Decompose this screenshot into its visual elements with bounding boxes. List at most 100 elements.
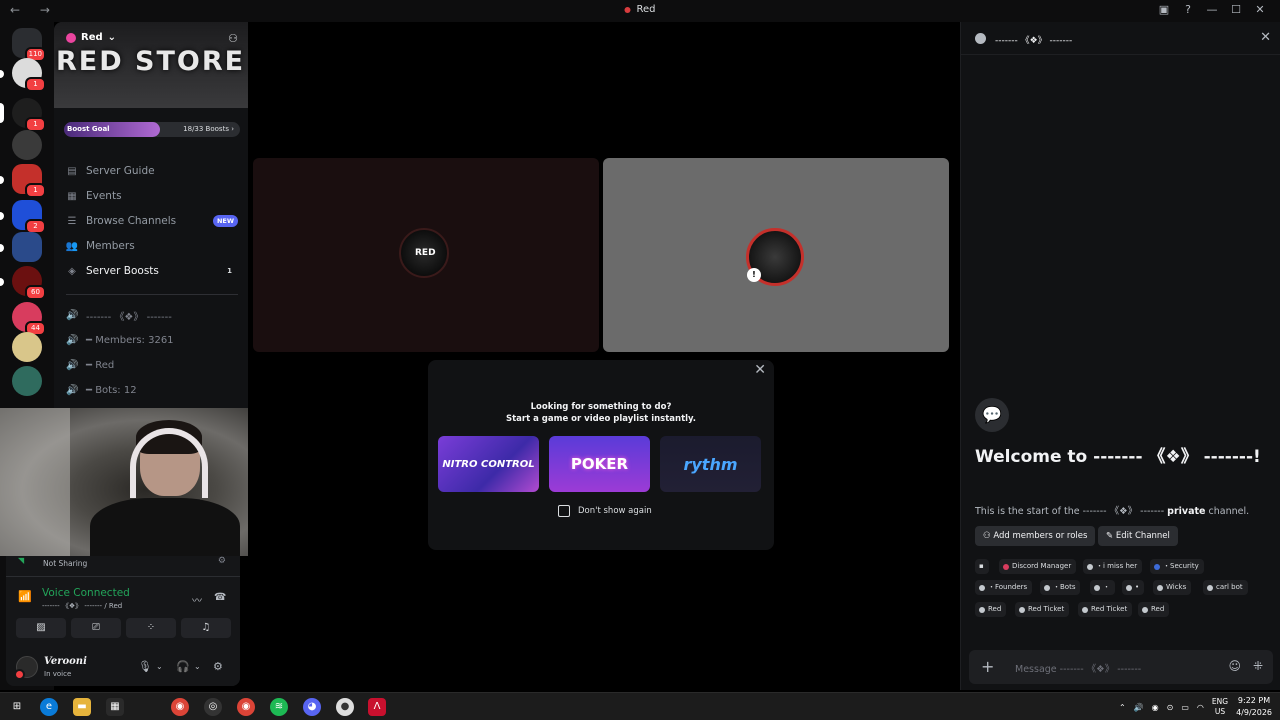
direct-messages-button[interactable]: 110 bbox=[12, 28, 46, 62]
server-icon[interactable]: 1 bbox=[0, 164, 46, 198]
nav-server-boosts[interactable]: ◈ Server Boosts 1 bbox=[66, 260, 238, 282]
role-chip[interactable]: ・i miss her bbox=[1083, 559, 1143, 574]
app-icon[interactable]: Λ bbox=[368, 698, 386, 716]
speaker-lock-icon: 🔊 bbox=[66, 359, 79, 371]
nav-events[interactable]: ▦ Events bbox=[66, 185, 238, 207]
history-nav[interactable]: ← → bbox=[10, 3, 58, 17]
dont-show-again-label[interactable]: Don't show again bbox=[578, 506, 652, 516]
role-chip[interactable]: Red Ticket bbox=[1015, 602, 1070, 617]
voice-channel-path[interactable]: ------- 《❖》 ------- / Red bbox=[42, 601, 122, 611]
voice-channel[interactable]: 🔊 ━ Members: 3261 bbox=[66, 329, 238, 351]
server-icon[interactable]: 1 bbox=[0, 98, 46, 132]
network-icon[interactable]: ◉ bbox=[1152, 703, 1159, 712]
role-chip[interactable]: ・Founders bbox=[975, 580, 1033, 595]
add-attachment-icon[interactable]: + bbox=[981, 657, 994, 676]
microphone-icon[interactable]: 🎙 bbox=[138, 660, 152, 673]
headphones-icon[interactable]: 🎧 bbox=[176, 660, 190, 673]
mic-options-chevron-icon[interactable]: ⌄ bbox=[156, 662, 163, 671]
wifi-icon[interactable]: ◠ bbox=[1197, 703, 1204, 712]
server-name-menu[interactable]: Red ⌄ bbox=[66, 32, 116, 43]
vpn-icon[interactable]: ⊙ bbox=[1167, 703, 1174, 712]
close-icon[interactable]: ✕ bbox=[1260, 30, 1271, 45]
popup-heading: Looking for something to do? bbox=[530, 402, 672, 412]
avatar[interactable] bbox=[14, 656, 38, 680]
role-chip[interactable]: Discord Manager bbox=[999, 559, 1077, 574]
edge-browser-icon[interactable]: e bbox=[40, 698, 58, 716]
role-chip[interactable]: Red bbox=[1138, 602, 1170, 617]
voice-channel[interactable]: 🔊 ━ Red bbox=[66, 354, 238, 376]
activity-card[interactable]: rythm bbox=[660, 436, 761, 492]
file-explorer-icon[interactable]: ▬ bbox=[73, 698, 91, 716]
chrome-icon[interactable]: ◉ bbox=[171, 698, 189, 716]
participant-tile[interactable]: ! bbox=[603, 158, 949, 352]
boost-goal-bar[interactable]: Boost Goal 18/33 Boosts › bbox=[64, 122, 240, 137]
username[interactable]: Verooni bbox=[44, 656, 87, 667]
voice-channel[interactable]: 🔊 ━ Bots: 12 bbox=[66, 379, 238, 401]
edit-channel-button[interactable]: ✎ Edit Channel bbox=[1098, 526, 1178, 546]
discord-icon[interactable]: ◕ bbox=[303, 698, 321, 716]
server-icon[interactable] bbox=[12, 366, 42, 396]
voice-connected-label[interactable]: Voice Connected bbox=[42, 587, 130, 599]
server-banner[interactable]: Red ⌄ ⚇ RED STORE bbox=[54, 22, 248, 108]
stream-settings-icon[interactable]: ⚙ bbox=[218, 556, 226, 566]
app-icon[interactable]: ● bbox=[336, 698, 354, 716]
language-indicator[interactable]: ENG US bbox=[1212, 697, 1228, 717]
role-chip[interactable]: ・Security bbox=[1150, 559, 1204, 574]
server-icon[interactable]: 60 bbox=[0, 266, 46, 300]
role-chip[interactable]: ・Bots bbox=[1040, 580, 1081, 595]
nav-members[interactable]: 👥 Members bbox=[66, 235, 238, 257]
role-chip[interactable]: carl bot bbox=[1203, 580, 1248, 595]
minimize-button[interactable]: — bbox=[1200, 3, 1224, 16]
apps-icon[interactable]: ⁜ bbox=[1253, 659, 1263, 673]
participant-tile[interactable]: RED bbox=[253, 158, 599, 352]
camera-off-button[interactable]: ▨ bbox=[16, 618, 66, 638]
role-chip-icon[interactable]: ▪ bbox=[975, 559, 989, 574]
server-icon[interactable]: 1 bbox=[0, 58, 46, 92]
emoji-icon[interactable]: ☺ bbox=[1228, 659, 1241, 673]
help-icon[interactable]: ? bbox=[1176, 3, 1200, 16]
role-chip[interactable]: Red bbox=[975, 602, 1007, 617]
noise-suppression-icon[interactable]: 〰 bbox=[192, 592, 202, 607]
screen-share-button[interactable]: ⎚ bbox=[71, 618, 121, 638]
message-input[interactable]: Message ------- 《❖》 ------- bbox=[1015, 661, 1141, 675]
server-icon[interactable] bbox=[12, 332, 42, 362]
add-members-button[interactable]: ⚇ Add members or roles bbox=[975, 526, 1096, 546]
windows-start-icon[interactable]: ⊞ bbox=[8, 698, 26, 716]
close-icon[interactable]: ✕ bbox=[754, 362, 766, 378]
dont-show-again-checkbox[interactable] bbox=[558, 505, 570, 517]
role-chip[interactable]: • bbox=[1122, 580, 1145, 595]
settings-gear-icon[interactable]: ⚙ bbox=[213, 660, 223, 673]
display-icon[interactable]: ▭ bbox=[1181, 703, 1189, 712]
server-icon[interactable]: 2 bbox=[0, 200, 46, 234]
server-icon[interactable] bbox=[12, 130, 42, 160]
volume-icon[interactable]: 🔊 bbox=[1134, 703, 1144, 712]
nav-label: Server Guide bbox=[86, 165, 155, 177]
role-name: Red bbox=[1151, 605, 1165, 613]
role-color-dot bbox=[1094, 584, 1100, 591]
chrome-icon[interactable]: ◉ bbox=[237, 698, 255, 716]
app-icon[interactable]: ◎ bbox=[204, 698, 222, 716]
role-chip[interactable]: ・ bbox=[1090, 580, 1115, 595]
spotify-icon[interactable]: ≋ bbox=[270, 698, 288, 716]
clock[interactable]: 9:22 PM 4/9/2026 bbox=[1236, 695, 1272, 719]
disconnect-icon[interactable]: ☎ bbox=[214, 592, 226, 603]
role-chip[interactable]: Red Ticket bbox=[1078, 602, 1133, 617]
nav-server-guide[interactable]: ▤ Server Guide bbox=[66, 160, 238, 182]
server-icon[interactable] bbox=[0, 232, 42, 262]
close-window-button[interactable]: ✕ bbox=[1248, 3, 1272, 16]
nav-browse-channels[interactable]: ☰ Browse Channels NEW bbox=[66, 210, 238, 232]
activity-card[interactable]: POKER bbox=[549, 436, 650, 492]
maximize-button[interactable]: ☐ bbox=[1224, 3, 1248, 16]
inbox-icon[interactable]: ▣ bbox=[1152, 3, 1176, 16]
activity-card[interactable]: NITRO CONTROL bbox=[438, 436, 539, 492]
store-icon[interactable]: ▦ bbox=[106, 698, 124, 716]
audio-options-chevron-icon[interactable]: ⌄ bbox=[194, 662, 201, 671]
activities-button[interactable]: ⁘ bbox=[126, 618, 176, 638]
server-icon[interactable]: 44 bbox=[12, 302, 46, 336]
role-chip[interactable]: Wicks bbox=[1153, 580, 1192, 595]
role-color-dot bbox=[1154, 563, 1160, 570]
soundboard-button[interactable]: ♫ bbox=[181, 618, 231, 638]
tray-chevron-icon[interactable]: ⌃ bbox=[1119, 703, 1126, 712]
voice-channel[interactable]: 🔊 ------- 《❖》 ------- bbox=[66, 304, 238, 326]
invite-people-icon[interactable]: ⚇ bbox=[228, 32, 238, 45]
